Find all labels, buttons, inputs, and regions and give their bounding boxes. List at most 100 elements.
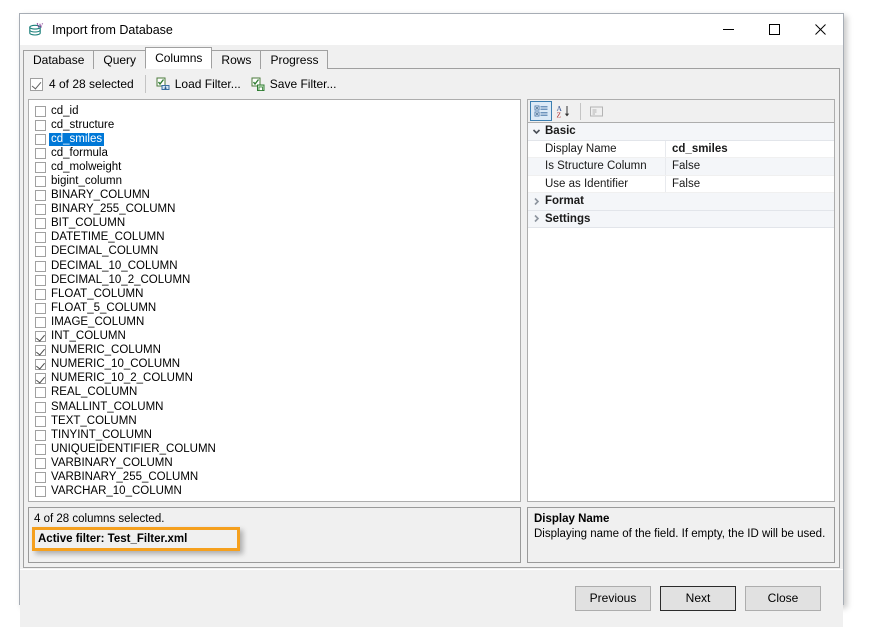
columns-toolbar: 4 of 28 selected Load Filter... [28, 73, 835, 95]
columns-middle-area: cd_idcd_structurecd_smilescd_formulacd_m… [28, 99, 835, 563]
property-value[interactable]: False [666, 178, 834, 190]
page-background: W Import from Database [0, 0, 882, 635]
categorized-view-icon[interactable] [530, 101, 552, 121]
column-list-item[interactable]: DECIMAL_10_COLUMN [33, 259, 209, 273]
tab-columns[interactable]: Columns [145, 47, 212, 69]
close-icon[interactable] [797, 14, 843, 45]
column-list-item[interactable]: DECIMAL_COLUMN [33, 245, 209, 259]
column-checkbox[interactable] [35, 106, 46, 117]
column-checkbox[interactable] [35, 176, 46, 187]
column-list-item[interactable]: DATETIME_COLUMN [33, 231, 209, 245]
property-pages-icon[interactable] [585, 101, 607, 121]
column-checklist[interactable]: cd_idcd_structurecd_smilescd_formulacd_m… [28, 99, 521, 502]
tab-database[interactable]: Database [23, 50, 94, 69]
property-row[interactable]: Is Structure ColumnFalse [528, 158, 834, 176]
column-list-item[interactable]: VARCHAR_10_COLUMN [33, 485, 209, 499]
column-list-item[interactable]: UNIQUEIDENTIFIER_COLUMN [33, 442, 209, 456]
column-list-item[interactable]: VARBINARY_255_COLUMN [33, 470, 209, 484]
alphabetical-sort-icon[interactable]: A Z [553, 101, 575, 121]
column-checkbox[interactable] [35, 416, 46, 427]
load-filter-button[interactable]: Load Filter... [151, 73, 246, 95]
column-list-item[interactable]: FLOAT_5_COLUMN [33, 301, 209, 315]
property-value[interactable]: cd_smiles [666, 143, 834, 155]
column-list-item[interactable]: FLOAT_COLUMN [33, 287, 209, 301]
column-checkbox[interactable] [35, 317, 46, 328]
column-checkbox[interactable] [35, 430, 46, 441]
column-checkbox[interactable] [35, 345, 46, 356]
column-checkbox[interactable] [35, 458, 46, 469]
column-checkbox[interactable] [35, 331, 46, 342]
minimize-icon[interactable] [705, 14, 751, 45]
column-list-item[interactable]: cd_molweight [33, 160, 209, 174]
column-list-item[interactable]: cd_structure [33, 118, 209, 132]
column-list-item[interactable]: DECIMAL_10_2_COLUMN [33, 273, 209, 287]
save-filter-button[interactable]: Save Filter... [246, 73, 342, 95]
column-list-item[interactable]: bigint_column [33, 174, 209, 188]
column-list-item[interactable]: NUMERIC_COLUMN [33, 344, 209, 358]
property-row[interactable]: Use as IdentifierFalse [528, 176, 834, 194]
column-checkbox[interactable] [35, 402, 46, 413]
column-checkbox[interactable] [35, 303, 46, 314]
save-filter-icon [251, 77, 266, 92]
column-checkbox[interactable] [35, 359, 46, 370]
select-all-checkbox[interactable]: 4 of 28 selected [28, 73, 140, 95]
column-list-item[interactable]: BINARY_255_COLUMN [33, 203, 209, 217]
chevron-right-icon[interactable] [528, 197, 545, 206]
column-checkbox[interactable] [35, 275, 46, 286]
property-category-label: Format [545, 195, 584, 207]
column-list-item[interactable]: NUMERIC_10_2_COLUMN [33, 372, 209, 386]
column-checkbox[interactable] [35, 190, 46, 201]
column-label: DECIMAL_COLUMN [51, 245, 158, 258]
column-label: VARCHAR_10_COLUMN [51, 485, 182, 498]
column-list-item[interactable]: cd_smiles [33, 132, 209, 146]
dialog-footer: Previous Next Close [20, 569, 843, 627]
column-checkbox[interactable] [35, 486, 46, 497]
column-checkbox[interactable] [35, 261, 46, 272]
tab-progress[interactable]: Progress [260, 50, 328, 69]
property-category-row[interactable]: Settings [528, 211, 834, 229]
previous-button[interactable]: Previous [575, 586, 651, 611]
maximize-icon[interactable] [751, 14, 797, 45]
column-checkbox[interactable] [35, 148, 46, 159]
column-checkbox[interactable] [35, 289, 46, 300]
column-list-item[interactable]: VARBINARY_COLUMN [33, 456, 209, 470]
column-list-item[interactable]: IMAGE_COLUMN [33, 315, 209, 329]
property-description-box: Display Name Displaying name of the fiel… [527, 507, 835, 563]
next-button[interactable]: Next [660, 586, 736, 611]
column-checkbox[interactable] [35, 218, 46, 229]
property-name: Display Name [528, 141, 666, 158]
column-checkbox[interactable] [35, 444, 46, 455]
property-grid[interactable]: BasicDisplay Namecd_smilesIs Structure C… [527, 122, 835, 502]
column-list-item[interactable]: NUMERIC_10_COLUMN [33, 358, 209, 372]
tab-rows[interactable]: Rows [211, 50, 261, 69]
title-bar: W Import from Database [20, 14, 843, 45]
column-list-item[interactable]: TEXT_COLUMN [33, 414, 209, 428]
column-checkbox[interactable] [35, 204, 46, 215]
column-list-item[interactable]: SMALLINT_COLUMN [33, 400, 209, 414]
column-checkbox[interactable] [35, 232, 46, 243]
property-category-row[interactable]: Basic [528, 123, 834, 141]
column-checkbox[interactable] [35, 387, 46, 398]
chevron-down-icon[interactable] [528, 127, 545, 136]
column-checkbox[interactable] [35, 472, 46, 483]
column-checkbox[interactable] [35, 162, 46, 173]
column-checkbox[interactable] [35, 120, 46, 131]
close-button[interactable]: Close [745, 586, 821, 611]
tab-query[interactable]: Query [93, 50, 146, 69]
column-checkbox[interactable] [35, 134, 46, 145]
column-list-item[interactable]: REAL_COLUMN [33, 386, 209, 400]
chevron-right-icon[interactable] [528, 214, 545, 223]
column-list-item[interactable]: cd_id [33, 104, 209, 118]
property-value[interactable]: False [666, 160, 834, 172]
column-checkbox[interactable] [35, 373, 46, 384]
column-list-item[interactable]: cd_formula [33, 146, 209, 160]
column-checkbox[interactable] [35, 246, 46, 257]
column-list-item[interactable]: TINYINT_COLUMN [33, 428, 209, 442]
property-category-row[interactable]: Format [528, 193, 834, 211]
column-list-item[interactable]: BINARY_COLUMN [33, 189, 209, 203]
column-list-item[interactable]: INT_COLUMN [33, 330, 209, 344]
column-list-item[interactable]: BIT_COLUMN [33, 217, 209, 231]
column-label: bigint_column [51, 175, 122, 188]
property-row[interactable]: Display Namecd_smiles [528, 141, 834, 159]
save-filter-label: Save Filter... [270, 77, 337, 91]
